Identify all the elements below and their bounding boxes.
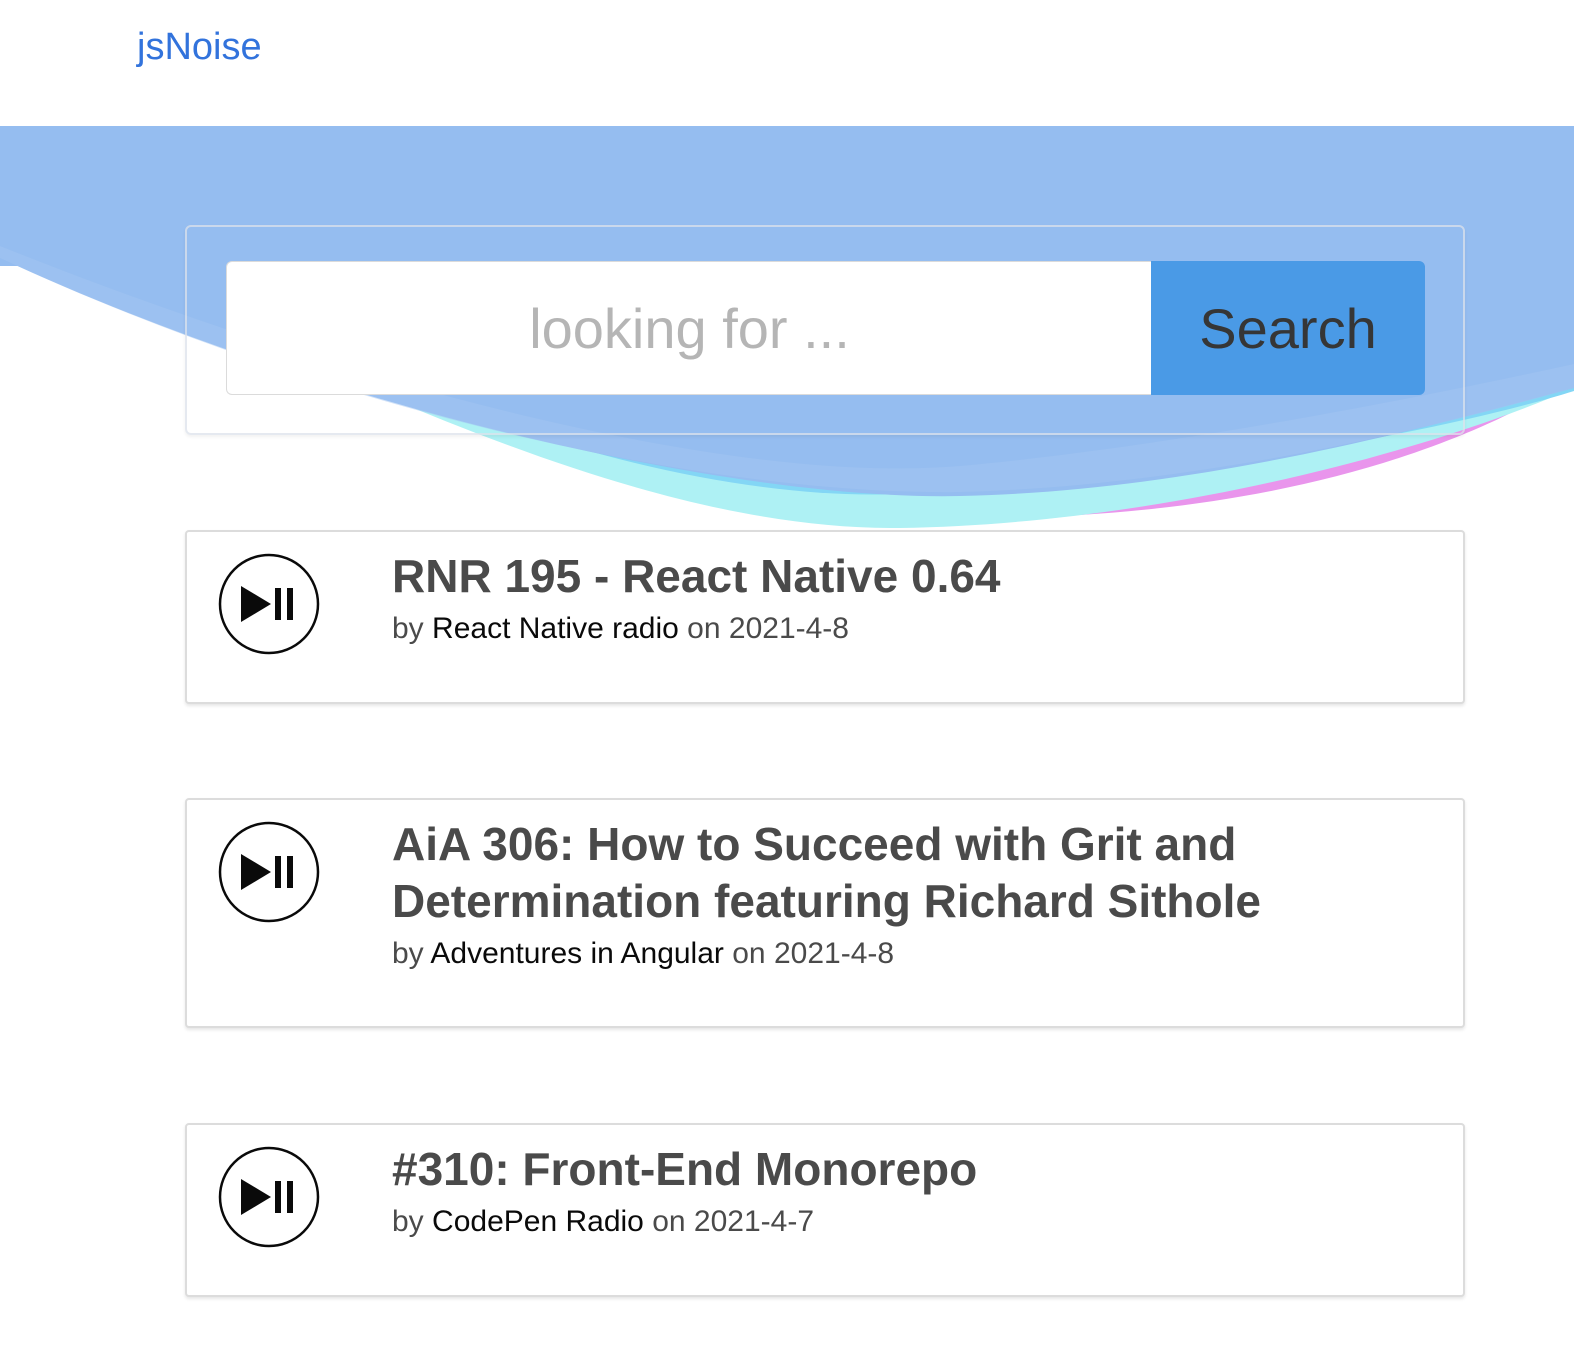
episode-info: #310: Front-End Monorepo by CodePen Radi…	[392, 1141, 1423, 1240]
on-label: on	[652, 1205, 686, 1238]
podcast-name[interactable]: CodePen Radio	[432, 1205, 644, 1238]
by-label: by	[392, 1205, 424, 1238]
podcast-name[interactable]: Adventures in Angular	[430, 937, 724, 970]
episode-meta: by React Native radio on 2021-4-8	[392, 611, 1423, 647]
on-label: on	[687, 612, 721, 645]
search-button[interactable]: Search	[1151, 261, 1425, 395]
episode-title[interactable]: #310: Front-End Monorepo	[392, 1141, 1423, 1198]
brand-logo-link[interactable]: jsNoise	[137, 24, 262, 70]
episode-card: RNR 195 - React Native 0.64 by React Nat…	[185, 530, 1465, 704]
play-pause-icon	[218, 821, 320, 923]
episode-date: 2021-4-8	[728, 612, 849, 645]
episode-date: 2021-4-8	[773, 937, 895, 970]
episode-title[interactable]: AiA 306: How to Succeed with Grit and De…	[392, 816, 1423, 930]
play-pause-icon	[218, 1146, 320, 1248]
episode-info: AiA 306: How to Succeed with Grit and De…	[392, 816, 1423, 972]
search-input[interactable]	[226, 261, 1152, 395]
episode-meta: by Adventures in Angular on 2021-4-8	[392, 936, 1423, 972]
top-navbar: jsNoise	[0, 0, 1574, 126]
episode-card: AiA 306: How to Succeed with Grit and De…	[185, 798, 1465, 1028]
by-label: by	[392, 612, 424, 645]
by-label: by	[392, 937, 424, 970]
play-pause-button[interactable]	[218, 1146, 320, 1248]
play-pause-icon	[218, 553, 320, 655]
episode-info: RNR 195 - React Native 0.64 by React Nat…	[392, 548, 1423, 647]
play-pause-button[interactable]	[218, 821, 320, 923]
on-label: on	[732, 937, 766, 970]
episode-date: 2021-4-7	[693, 1205, 815, 1238]
episode-card: #310: Front-End Monorepo by CodePen Radi…	[185, 1123, 1465, 1297]
episode-meta: by CodePen Radio on 2021-4-7	[392, 1204, 1423, 1240]
podcast-name[interactable]: React Native radio	[432, 612, 679, 645]
play-pause-button[interactable]	[218, 553, 320, 655]
episode-title[interactable]: RNR 195 - React Native 0.64	[392, 548, 1423, 605]
